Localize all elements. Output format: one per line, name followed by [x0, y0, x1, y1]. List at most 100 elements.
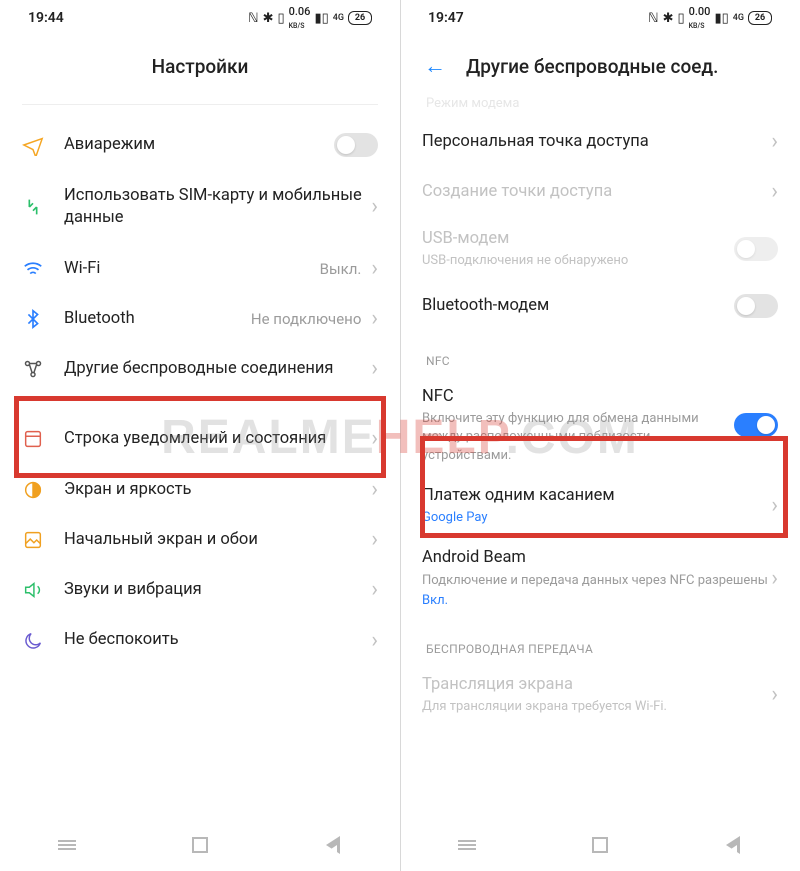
- nav-recent[interactable]: [456, 834, 478, 856]
- bluetooth-status-icon: ✱: [263, 11, 274, 26]
- section-nfc: NFC: [400, 332, 800, 376]
- bt-modem-toggle[interactable]: [734, 294, 778, 318]
- nav-bar: [400, 819, 800, 871]
- signal-icon: ▮▯: [314, 11, 328, 26]
- notification-icon: [22, 428, 64, 450]
- chevron-right-icon: ›: [371, 258, 378, 280]
- nav-home[interactable]: [589, 834, 611, 856]
- brightness-icon: [22, 479, 64, 501]
- row-label: Экран и яркость: [64, 479, 371, 501]
- row-subtitle: USB-подключения не обнаружено: [422, 252, 734, 270]
- row-subtitle: Для трансляции экрана требуется Wi-Fi.: [422, 698, 771, 716]
- chevron-right-icon: ›: [371, 308, 378, 330]
- row-label: Создание точки доступа: [422, 181, 771, 203]
- row-label: Другие беспроводные соединения: [64, 358, 371, 380]
- connections-icon: [22, 358, 64, 380]
- signal-icon: ▮▯: [714, 11, 728, 26]
- sim-icon: [22, 196, 64, 218]
- back-button[interactable]: ←: [424, 53, 446, 79]
- row-dnd[interactable]: Не беспокоить ›: [0, 615, 400, 665]
- row-label: Использовать SIM-карту и мобильные данны…: [64, 185, 371, 230]
- row-label: Авиарежим: [64, 134, 334, 156]
- moon-icon: [22, 630, 64, 652]
- chevron-right-icon: ›: [771, 568, 778, 590]
- row-other-wireless[interactable]: Другие беспроводные соединения ›: [0, 344, 400, 394]
- row-hotspot-create: Создание точки доступа ›: [400, 167, 800, 217]
- row-sim[interactable]: Использовать SIM-карту и мобильные данны…: [0, 171, 400, 244]
- row-tap-pay[interactable]: Платеж одним касанием Google Pay ›: [400, 475, 800, 537]
- nav-home[interactable]: [189, 834, 211, 856]
- chevron-right-icon: ›: [771, 684, 778, 706]
- page-title: Настройки: [152, 55, 249, 78]
- row-cast: Трансляция экрана Для трансляции экрана …: [400, 664, 800, 726]
- row-label: Трансляция экрана: [422, 674, 771, 696]
- chevron-right-icon: ›: [371, 196, 378, 218]
- nfc-status-icon: ℕ: [248, 11, 258, 26]
- row-sound[interactable]: Звуки и вибрация ›: [0, 565, 400, 615]
- row-label: Wi-Fi: [64, 258, 320, 280]
- row-label: Android Beam: [422, 547, 771, 569]
- chevron-right-icon: ›: [371, 529, 378, 551]
- page-title: Другие беспроводные соед.: [466, 55, 718, 78]
- airplane-toggle[interactable]: [334, 133, 378, 157]
- nfc-toggle[interactable]: [734, 413, 778, 437]
- row-label: Персональная точка доступа: [422, 131, 771, 153]
- vibrate-icon: ▯: [277, 11, 284, 26]
- chevron-right-icon: ›: [371, 579, 378, 601]
- row-value: Выкл.: [320, 260, 362, 278]
- usb-modem-toggle: [734, 237, 778, 261]
- row-label: Bluetooth-модем: [422, 295, 734, 317]
- row-bluetooth[interactable]: Bluetooth Не подключено ›: [0, 294, 400, 344]
- row-usb-modem: USB-модем USB-подключения не обнаружено: [400, 218, 800, 280]
- divider: [22, 104, 378, 105]
- row-bt-modem[interactable]: Bluetooth-модем: [400, 280, 800, 332]
- nav-recent[interactable]: [56, 834, 78, 856]
- row-label: Не беспокоить: [64, 629, 371, 651]
- bluetooth-icon: [22, 308, 64, 330]
- row-android-beam[interactable]: Android Beam Подключение и передача данн…: [400, 537, 800, 620]
- status-time: 19:47: [428, 10, 464, 26]
- cut-row-label: Режим модема: [400, 96, 800, 117]
- status-bar: 19:44 ℕ ✱ ▯ 0.06KB/S ▮▯ 4G 26: [0, 0, 400, 36]
- row-display[interactable]: Экран и яркость ›: [0, 465, 400, 515]
- row-subtitle: Google Pay: [422, 509, 771, 527]
- wifi-icon: [22, 258, 64, 280]
- chevron-right-icon: ›: [771, 131, 778, 153]
- wireless-list: Режим модема Персональная точка доступа …: [400, 96, 800, 726]
- nav-bar: [0, 819, 400, 871]
- chevron-right-icon: ›: [771, 181, 778, 203]
- screen-other-wireless: 19:47 ℕ ✱ ▯ 0.00KB/S ▮▯ 4G 26 ← Другие б…: [400, 0, 800, 871]
- net-speed: 0.06KB/S: [289, 5, 311, 31]
- settings-list: Авиарежим Использовать SIM-карту и мобил…: [0, 104, 400, 666]
- chevron-right-icon: ›: [371, 630, 378, 652]
- airplane-icon: [22, 134, 64, 156]
- section-cast: БЕСПРОВОДНАЯ ПЕРЕДАЧА: [400, 620, 800, 664]
- status-time: 19:44: [28, 10, 64, 26]
- chevron-right-icon: ›: [371, 428, 378, 450]
- header: ← Другие беспроводные соед.: [400, 36, 800, 96]
- nav-back[interactable]: [322, 834, 344, 856]
- net-speed: 0.00KB/S: [689, 5, 711, 31]
- row-label: NFC: [422, 386, 734, 408]
- nfc-status-icon: ℕ: [648, 11, 658, 26]
- vibrate-icon: ▯: [677, 11, 684, 26]
- screen-settings: 19:44 ℕ ✱ ▯ 0.06KB/S ▮▯ 4G 26 Настройки …: [0, 0, 400, 871]
- nav-back[interactable]: [722, 834, 744, 856]
- sound-icon: [22, 579, 64, 601]
- row-label: Bluetooth: [64, 308, 251, 330]
- lte-icon: 4G: [333, 13, 344, 23]
- row-wifi[interactable]: Wi-Fi Выкл. ›: [0, 244, 400, 294]
- header: Настройки: [0, 36, 400, 96]
- row-home-wallpaper[interactable]: Начальный экран и обои ›: [0, 515, 400, 565]
- row-label: Платеж одним касанием: [422, 485, 771, 507]
- status-bar: 19:47 ℕ ✱ ▯ 0.00KB/S ▮▯ 4G 26: [400, 0, 800, 36]
- row-notification-bar[interactable]: Строка уведомлений и состояния ›: [0, 414, 400, 464]
- row-subtitle: Включите эту функцию для обмена данными …: [422, 410, 734, 465]
- status-icons: ℕ ✱ ▯ 0.00KB/S ▮▯ 4G 26: [648, 5, 772, 31]
- chevron-right-icon: ›: [771, 495, 778, 517]
- row-hotspot[interactable]: Персональная точка доступа ›: [400, 117, 800, 167]
- row-nfc[interactable]: NFC Включите эту функцию для обмена данн…: [400, 376, 800, 475]
- row-status: Вкл.: [422, 592, 771, 610]
- row-label: USB-модем: [422, 228, 734, 250]
- row-airplane[interactable]: Авиарежим: [0, 119, 400, 171]
